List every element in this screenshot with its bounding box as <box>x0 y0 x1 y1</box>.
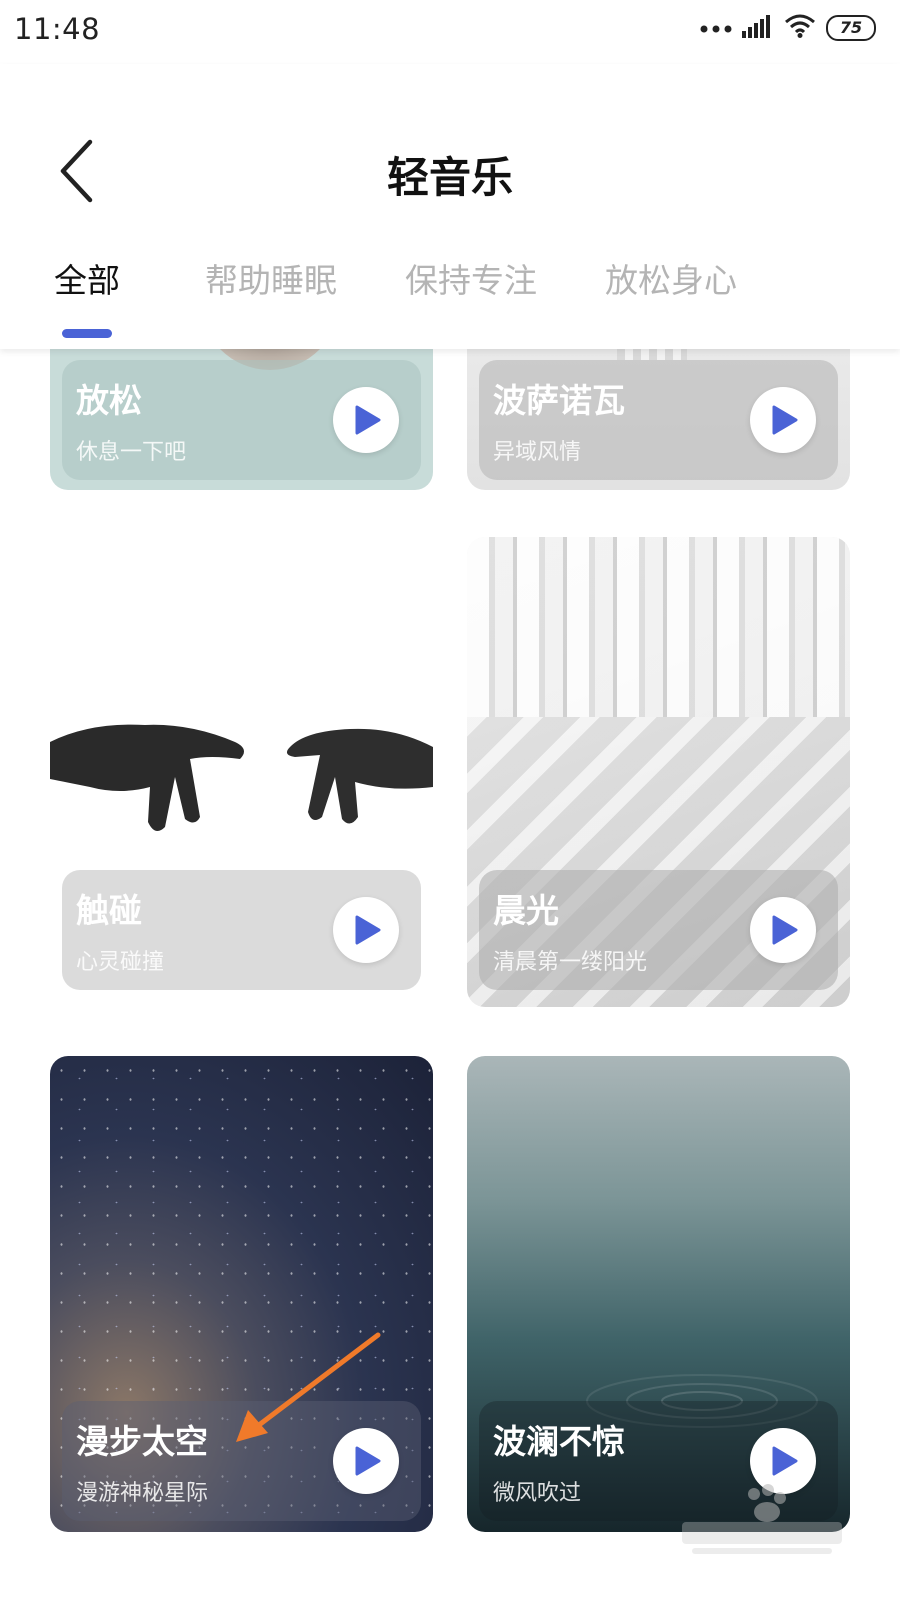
tab-active-indicator <box>62 329 112 338</box>
card-subtitle: 漫游神秘星际 <box>76 1481 209 1506</box>
play-button[interactable] <box>333 897 399 963</box>
play-button[interactable] <box>750 897 816 963</box>
card-info-panel: 放松 休息一下吧 <box>62 360 421 480</box>
card-title: 波萨诺瓦 <box>493 381 625 420</box>
card-title: 晨光 <box>493 891 559 930</box>
track-card-calm-waves[interactable]: 波澜不惊 微风吹过 <box>467 1056 850 1532</box>
card-info-panel: 波萨诺瓦 异域风情 <box>479 360 838 480</box>
category-tabs: 全部 帮助睡眠 保持专注 放松身心 <box>0 254 900 344</box>
track-card-morning-light[interactable]: 晨光 清晨第一缕阳光 <box>467 537 850 1007</box>
card-info-panel: 漫步太空 漫游神秘星际 <box>62 1401 421 1521</box>
track-card-space-walk[interactable]: 漫步太空 漫游神秘星际 <box>50 1056 433 1532</box>
play-button[interactable] <box>333 387 399 453</box>
card-title: 漫步太空 <box>76 1422 208 1461</box>
track-card-touch[interactable]: 触碰 心灵碰撞 <box>50 537 433 1007</box>
card-title: 波澜不惊 <box>493 1422 625 1461</box>
baidu-watermark-icon <box>672 1480 852 1560</box>
tab-sleep[interactable]: 帮助睡眠 <box>205 254 337 302</box>
card-subtitle: 休息一下吧 <box>76 440 187 465</box>
tab-focus[interactable]: 保持专注 <box>405 254 537 302</box>
card-subtitle: 微风吹过 <box>493 1481 582 1506</box>
card-subtitle: 异域风情 <box>493 440 582 465</box>
card-info-panel: 触碰 心灵碰撞 <box>62 870 421 990</box>
page-title: 轻音乐 <box>386 153 513 202</box>
card-subtitle: 清晨第一缕阳光 <box>493 950 648 975</box>
tab-all[interactable]: 全部 <box>54 254 120 302</box>
play-button[interactable] <box>333 1428 399 1494</box>
card-title: 放松 <box>76 381 142 420</box>
card-title: 触碰 <box>76 891 142 930</box>
card-info-panel: 晨光 清晨第一缕阳光 <box>479 870 838 990</box>
play-button[interactable] <box>750 387 816 453</box>
page-header: 轻音乐 全部 帮助睡眠 保持专注 放松身心 <box>0 64 900 349</box>
tab-relax[interactable]: 放松身心 <box>605 254 737 302</box>
card-subtitle: 心灵碰撞 <box>76 950 165 975</box>
